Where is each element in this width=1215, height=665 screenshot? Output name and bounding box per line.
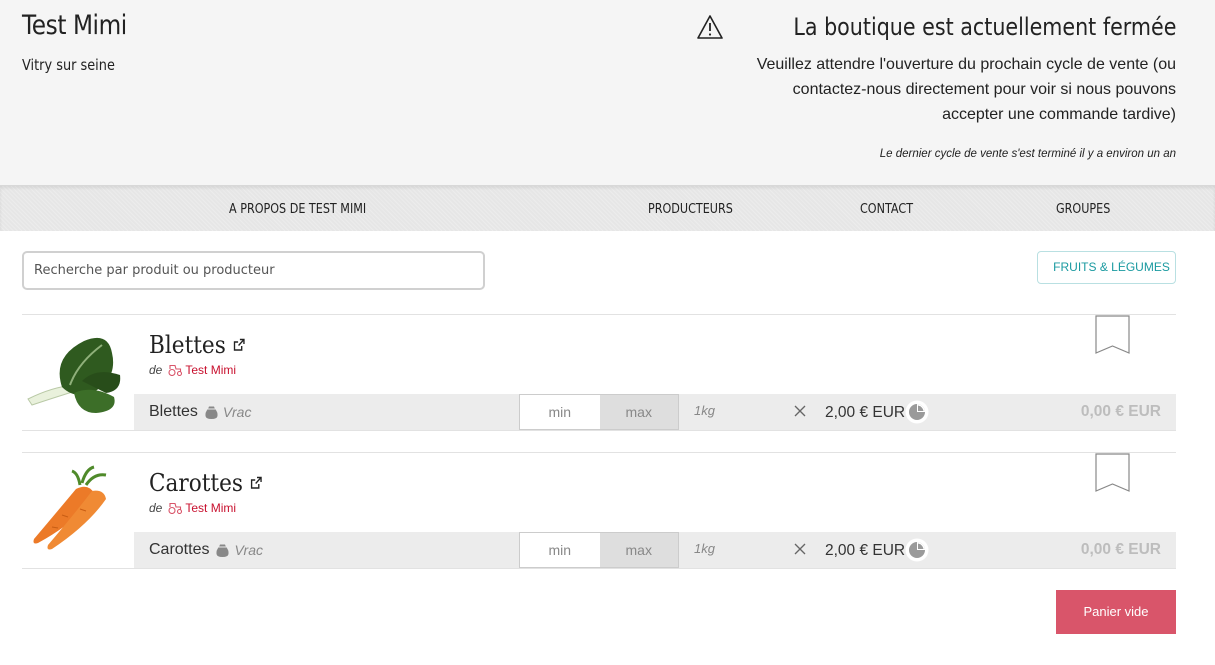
bag-icon — [216, 544, 230, 557]
product-card: Blettes de Test Mimi Blettes Vrac min ma… — [22, 314, 1176, 431]
nav-item-groups[interactable]: Groupes — [1056, 186, 1110, 232]
shop-header: Test Mimi Vitry sur seine La boutique es… — [0, 0, 1215, 185]
product-title: Carottes — [149, 469, 263, 497]
external-link-icon[interactable] — [250, 476, 263, 490]
search-input[interactable] — [22, 251, 485, 290]
closed-title-text: La boutique est actuellement fermée — [792, 13, 1176, 41]
pie-chart-icon[interactable] — [905, 538, 929, 562]
product-title: Blettes — [149, 331, 246, 359]
nav-item-contact[interactable]: Contact — [860, 186, 913, 232]
category-filter-button[interactable]: FRUITS & LÉGUMES — [1037, 251, 1176, 284]
nav-item-about[interactable]: A propos de Test Mimi — [229, 186, 366, 232]
quantity-selector: min max — [519, 532, 679, 568]
producer-link[interactable]: Test Mimi — [185, 501, 236, 515]
closed-note: Le dernier cycle de vente s'est terminé … — [879, 148, 1176, 160]
unit-price: 2,00 € EUR — [825, 542, 906, 559]
quantity-selector: min max — [519, 394, 679, 430]
bag-icon — [205, 406, 218, 419]
max-quantity-input[interactable]: max — [599, 395, 678, 429]
closed-message: Veuillez attendre l'ouverture du prochai… — [756, 56, 1176, 123]
unit-price: 2,00 € EUR — [825, 404, 906, 421]
multiply-icon — [794, 543, 806, 555]
max-quantity-input[interactable]: max — [599, 533, 678, 567]
variant-name: Blettes — [149, 403, 198, 420]
unit-label: 1kg — [694, 403, 715, 418]
line-total: 0,00 € EUR — [1080, 403, 1161, 420]
product-name: Carottes — [149, 469, 243, 497]
variant-tag: Vrac — [234, 542, 264, 558]
product-name: Blettes — [149, 331, 226, 359]
variant-row: Blettes Vrac min max 1kg 2,00 € EUR 0,00… — [134, 394, 1176, 430]
variant-label: Carottes Vrac — [149, 541, 263, 559]
closed-banner-title: La boutique est actuellement fermée — [696, 13, 1176, 41]
product-image-carrots — [33, 465, 107, 550]
tractor-icon — [168, 364, 183, 376]
pie-chart-icon[interactable] — [905, 400, 929, 424]
producer-line: de Test Mimi — [149, 501, 236, 515]
min-quantity-input[interactable]: min — [520, 533, 600, 567]
warning-icon — [696, 15, 723, 39]
producer-prefix: de — [149, 501, 163, 515]
cart-button[interactable]: Panier vide — [1056, 590, 1176, 634]
bookmark-icon[interactable] — [1095, 315, 1130, 355]
producer-line: de Test Mimi — [149, 363, 236, 377]
shop-city: Vitry sur seine — [22, 56, 115, 74]
variant-label: Blettes Vrac — [149, 403, 251, 421]
variant-row: Carottes Vrac min max 1kg 2,00 € EUR 0,0… — [134, 532, 1176, 568]
multiply-icon — [794, 405, 806, 417]
producer-prefix: de — [149, 363, 163, 377]
producer-link[interactable]: Test Mimi — [185, 363, 236, 377]
tractor-icon — [168, 502, 183, 514]
variant-tag: Vrac — [222, 404, 252, 420]
line-total: 0,00 € EUR — [1080, 541, 1161, 558]
product-image-chard — [27, 337, 121, 413]
variant-name: Carottes — [149, 541, 210, 558]
external-link-icon[interactable] — [233, 338, 246, 352]
nav-item-producers[interactable]: Producteurs — [648, 186, 733, 232]
bookmark-icon[interactable] — [1095, 453, 1130, 493]
unit-label: 1kg — [694, 541, 715, 556]
min-quantity-input[interactable]: min — [520, 395, 600, 429]
main-nav: A propos de Test Mimi Producteurs Contac… — [0, 185, 1215, 231]
shop-name: Test Mimi — [22, 10, 127, 41]
product-card: Carottes de Test Mimi Carottes Vrac min — [22, 452, 1176, 569]
